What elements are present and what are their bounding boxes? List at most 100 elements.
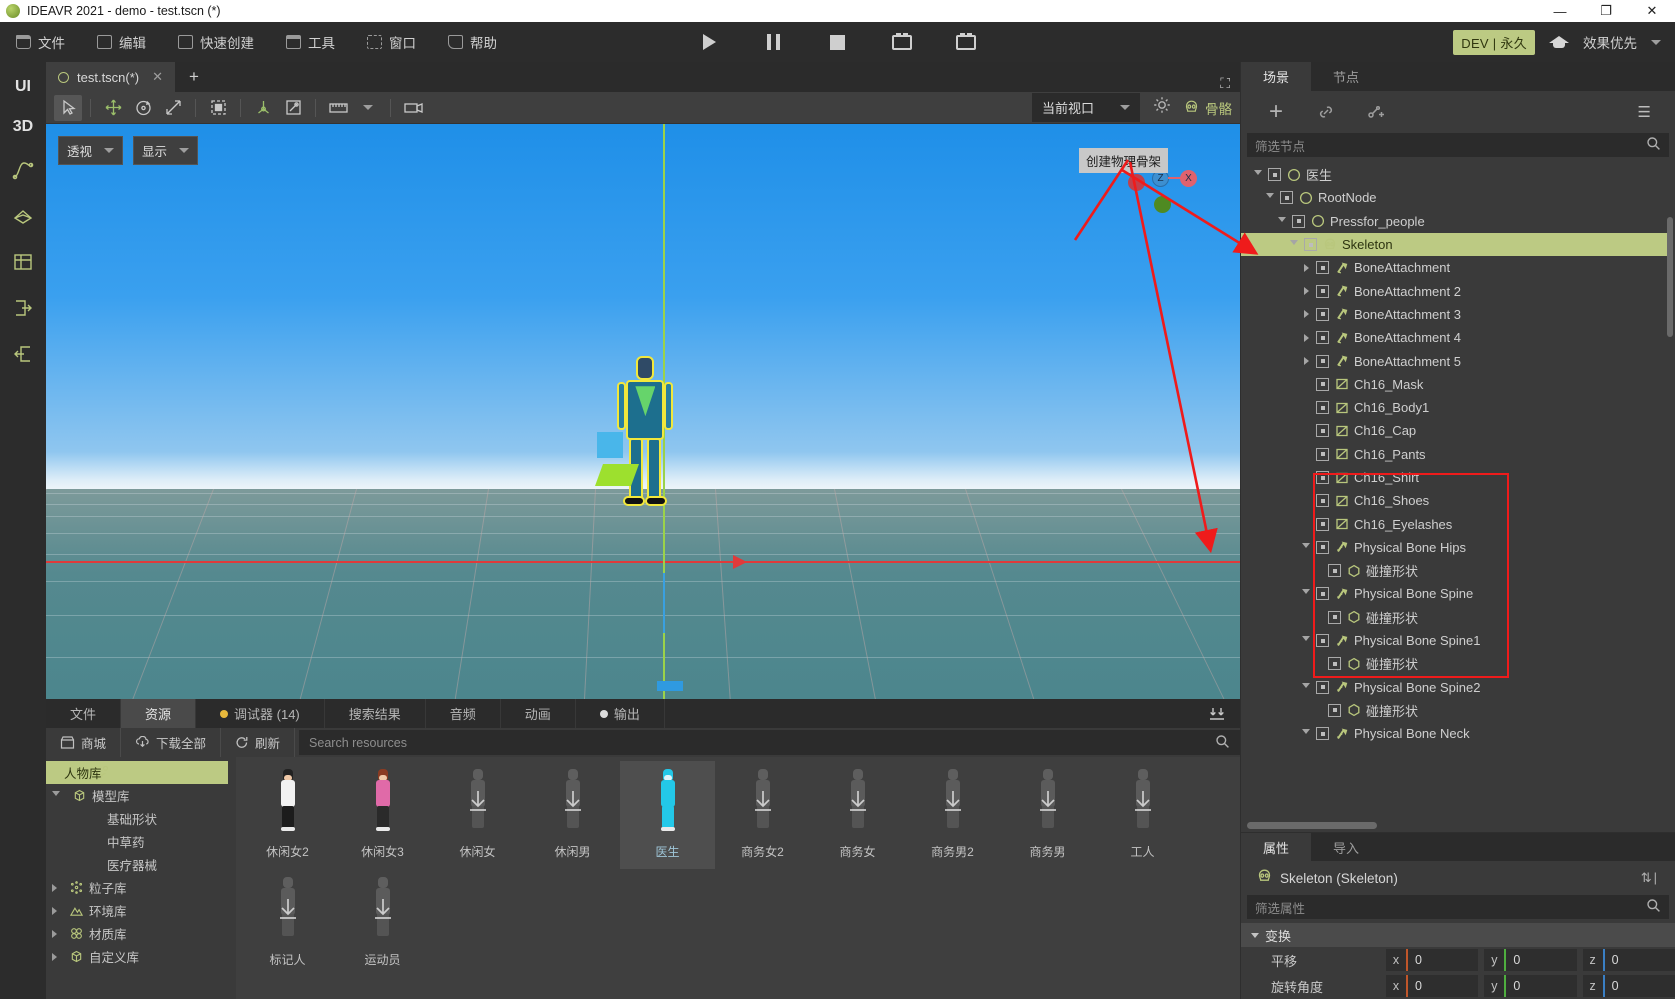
download-icon[interactable]	[942, 789, 964, 813]
hamburger-icon[interactable]: ☰	[1638, 103, 1651, 121]
visibility-toggle[interactable]	[1328, 564, 1341, 578]
tree-row-3[interactable]: Skeleton	[1241, 232, 1667, 257]
asset-cell-3[interactable]: 休闲男	[525, 761, 620, 869]
camera-tool[interactable]	[399, 95, 427, 121]
tree-row-6[interactable]: BoneAttachment 3	[1241, 303, 1675, 326]
tree-row-7[interactable]: BoneAttachment 4	[1241, 326, 1675, 349]
dock-tab-search-results[interactable]: 搜索结果	[325, 699, 426, 728]
tree-row-19[interactable]: 碰撞形状	[1241, 606, 1675, 629]
minimize-button[interactable]: —	[1537, 0, 1583, 22]
chevron-right-icon[interactable]	[52, 929, 57, 938]
snap-origin-tool[interactable]	[249, 95, 277, 121]
select-tool[interactable]	[54, 94, 82, 121]
tree-row-15[interactable]: Ch16_Eyelashes	[1241, 512, 1675, 535]
vector-field-x[interactable]: x0	[1386, 975, 1479, 997]
asset-cell-7[interactable]: 商务男2	[905, 761, 1000, 869]
visibility-toggle[interactable]	[1316, 401, 1329, 415]
asset-cell-8[interactable]: 商务男	[1000, 761, 1095, 869]
node-filter-input[interactable]: 筛选节点	[1247, 133, 1669, 157]
viewport-3d[interactable]: 透视 显示 Z X 创建物理骨架	[46, 124, 1240, 699]
tab-node[interactable]: 节点	[1311, 62, 1381, 91]
tree-row-11[interactable]: Ch16_Cap	[1241, 419, 1675, 442]
visibility-toggle[interactable]	[1316, 494, 1329, 508]
download-icon[interactable]	[562, 789, 584, 813]
visibility-toggle[interactable]	[1316, 447, 1329, 461]
rotate-tool[interactable]	[129, 95, 157, 121]
tree-row-23[interactable]: 碰撞形状	[1241, 699, 1675, 722]
asset-cell-4[interactable]: 医生	[620, 761, 715, 869]
category-item-7[interactable]: 材质库	[46, 922, 236, 945]
visibility-toggle[interactable]	[1316, 377, 1329, 391]
close-button[interactable]: ✕	[1629, 0, 1675, 22]
download-all-button[interactable]: 下载全部	[121, 728, 222, 757]
chevron-down-icon[interactable]	[52, 791, 60, 800]
scene-tab-test-tscn[interactable]: test.tscn(*) ✕	[46, 62, 176, 92]
rail-animation[interactable]	[4, 150, 42, 190]
tree-row-13[interactable]: Ch16_Shirt	[1241, 466, 1675, 489]
category-item-5[interactable]: 粒子库	[46, 876, 236, 899]
tree-vertical-scrollbar[interactable]	[1667, 217, 1673, 337]
asset-cell-10[interactable]: 标记人	[240, 869, 335, 977]
asset-cell-6[interactable]: 商务女	[810, 761, 905, 869]
category-item-2[interactable]: 基础形状	[46, 807, 236, 830]
visibility-toggle[interactable]	[1316, 680, 1329, 694]
tree-row-0[interactable]: 医生	[1241, 163, 1675, 186]
menu-tools[interactable]: 工具	[270, 22, 351, 62]
dock-tab-audio[interactable]: 音频	[426, 699, 501, 728]
chevron-right-icon[interactable]	[1301, 263, 1311, 272]
tree-row-2[interactable]: Pressfor_people	[1241, 210, 1675, 233]
tree-row-9[interactable]: Ch16_Mask	[1241, 373, 1675, 396]
store-button[interactable]: 商城	[46, 728, 122, 757]
stop-button[interactable]	[825, 31, 851, 53]
visibility-toggle[interactable]	[1328, 703, 1341, 717]
visibility-toggle[interactable]	[1316, 634, 1329, 648]
tree-row-22[interactable]: Physical Bone Spine2	[1241, 676, 1675, 699]
category-item-1[interactable]: 模型库	[46, 784, 236, 807]
rail-export[interactable]	[4, 288, 42, 328]
dock-tab-output[interactable]: 输出	[576, 699, 665, 728]
collapse-down-icon[interactable]	[1194, 699, 1240, 728]
character-model[interactable]	[595, 356, 677, 524]
lock-transform-tool[interactable]	[279, 95, 307, 121]
download-icon[interactable]	[372, 897, 394, 921]
dev-badge[interactable]: DEV | 永久	[1453, 29, 1535, 55]
rail-3d-button[interactable]: 3D	[4, 110, 42, 144]
transform-section-header[interactable]: 变换	[1241, 923, 1675, 947]
vector-field-z[interactable]: z0	[1582, 949, 1675, 971]
tree-row-12[interactable]: Ch16_Pants	[1241, 443, 1675, 466]
asset-cell-9[interactable]: 工人	[1095, 761, 1190, 869]
dock-tab-files[interactable]: 文件	[46, 699, 122, 728]
viewport-settings-button[interactable]	[1152, 95, 1172, 120]
search-icon[interactable]	[1646, 898, 1661, 916]
resource-search-input[interactable]: Search resources	[299, 730, 1240, 755]
vector-field-y[interactable]: y0	[1484, 949, 1577, 971]
chevron-down-icon[interactable]	[1301, 589, 1311, 598]
search-icon[interactable]	[1215, 734, 1230, 752]
asset-cell-0[interactable]: 休闲女2	[240, 761, 335, 869]
chevron-right-icon[interactable]	[52, 906, 57, 915]
asset-cell-11[interactable]: 运动员	[335, 869, 430, 977]
download-icon[interactable]	[277, 897, 299, 921]
rail-import[interactable]	[4, 334, 42, 374]
move-tool[interactable]	[99, 95, 127, 121]
chevron-right-icon[interactable]	[1301, 310, 1311, 319]
download-icon[interactable]	[467, 789, 489, 813]
tree-row-14[interactable]: Ch16_Shoes	[1241, 489, 1675, 512]
tree-row-21[interactable]: 碰撞形状	[1241, 652, 1675, 675]
menu-file[interactable]: 文件	[0, 22, 81, 62]
chevron-right-icon[interactable]	[1301, 333, 1311, 342]
chevron-down-icon[interactable]	[1651, 39, 1661, 45]
visibility-toggle[interactable]	[1316, 284, 1329, 298]
add-node-button[interactable]: +	[1265, 100, 1287, 124]
visibility-toggle[interactable]	[1316, 424, 1329, 438]
category-item-4[interactable]: 医疗器械	[46, 853, 236, 876]
visibility-toggle[interactable]	[1316, 354, 1329, 368]
visibility-toggle[interactable]	[1316, 727, 1329, 741]
tree-row-4[interactable]: BoneAttachment	[1241, 256, 1675, 279]
search-icon[interactable]	[1646, 136, 1661, 154]
chevron-down-icon[interactable]	[1277, 216, 1287, 226]
chevron-right-icon[interactable]	[1301, 287, 1311, 296]
chevron-down-icon[interactable]	[1265, 193, 1275, 202]
tab-properties[interactable]: 属性	[1241, 833, 1312, 861]
tree-row-17[interactable]: 碰撞形状	[1241, 559, 1675, 582]
